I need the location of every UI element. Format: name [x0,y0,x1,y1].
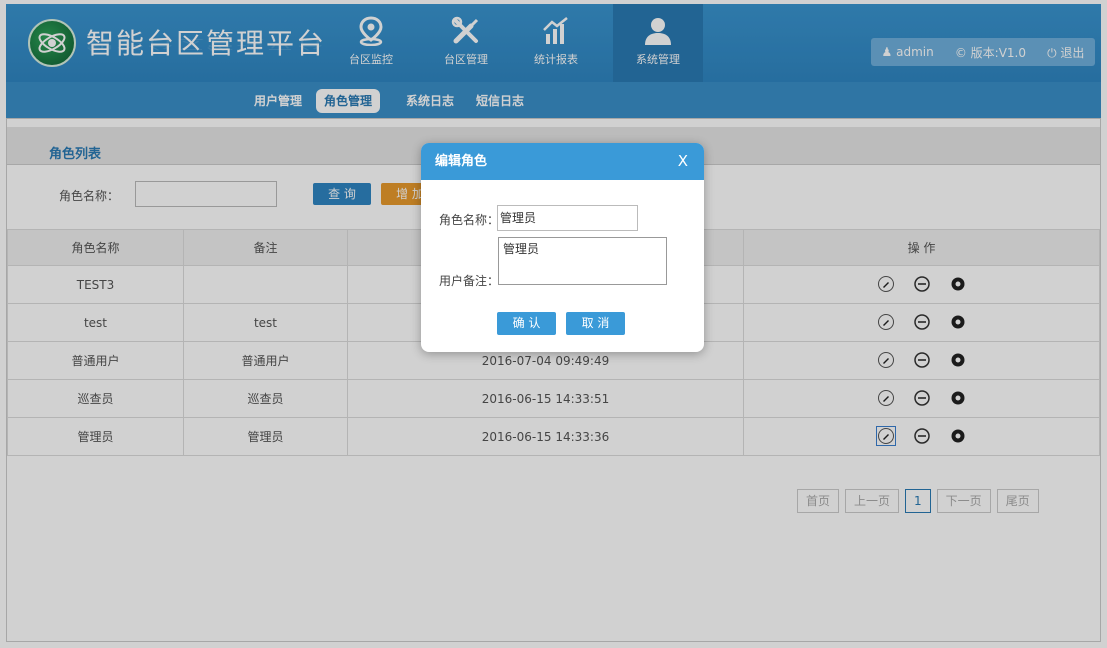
close-icon[interactable]: X [678,143,688,180]
cancel-button[interactable]: 取 消 [566,312,625,335]
remark-textarea[interactable]: 管理员 [498,237,667,285]
dialog-title: 编辑角色 [435,154,488,169]
dialog-header: 编辑角色 X [421,143,704,180]
role-name-input[interactable]: 管理员 [497,205,638,231]
edit-role-dialog: 编辑角色 X 角色名称： 管理员 管理员 用户备注： 确 认 取 消 [421,143,704,352]
confirm-button[interactable]: 确 认 [497,312,556,335]
role-name-label: 角色名称： [439,213,500,227]
remark-label: 用户备注： [439,274,500,288]
